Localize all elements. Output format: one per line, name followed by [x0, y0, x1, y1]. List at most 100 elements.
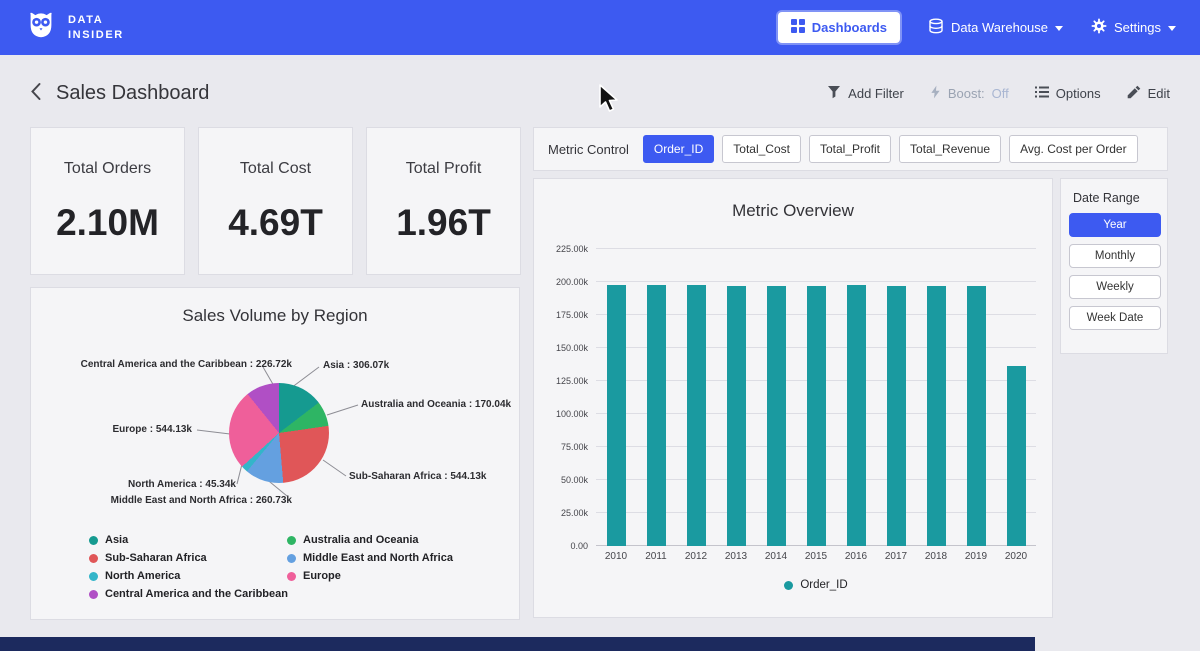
- bar-chart-title: Metric Overview: [534, 201, 1052, 221]
- navbar-menu: Dashboards Data Warehouse: [778, 12, 1176, 43]
- metric-button-total-revenue[interactable]: Total_Revenue: [899, 135, 1001, 163]
- date-range-button-monthly[interactable]: Monthly: [1069, 244, 1161, 268]
- bar-2014[interactable]: [767, 286, 786, 546]
- dashboard-header: Sales Dashboard Add Filter Boost: Off: [0, 55, 1200, 121]
- legend-dot: [287, 536, 296, 545]
- legend-dot: [287, 554, 296, 563]
- bar-slot: [836, 249, 876, 546]
- chevron-down-icon: [1168, 26, 1176, 31]
- pie-legend-column: Australia and Oceania Middle East and Nor…: [287, 534, 453, 606]
- bar-2013[interactable]: [727, 286, 746, 546]
- metric-control-label: Metric Control: [548, 142, 629, 157]
- date-range-button-group: Year Monthly Weekly Week Date: [1069, 213, 1159, 330]
- bolt-icon: [930, 85, 941, 102]
- bar-slot: [716, 249, 756, 546]
- brand-name: DATA INSIDER: [68, 13, 124, 43]
- pie-legend-item-australia-and-oceania[interactable]: Australia and Oceania: [287, 534, 453, 546]
- bar-2011[interactable]: [647, 285, 666, 546]
- sales-dashboard-page: DATA INSIDER Dashboards: [0, 0, 1200, 651]
- pencil-icon: [1127, 85, 1141, 102]
- y-axis-tick: 175.00k: [534, 310, 588, 320]
- filter-icon: [827, 85, 841, 102]
- grid-icon: [791, 19, 805, 36]
- bar-chart-legend[interactable]: Order_ID: [596, 579, 1036, 591]
- bar-slot: [916, 249, 956, 546]
- bar-2015[interactable]: [807, 286, 826, 546]
- legend-dot: [89, 590, 98, 599]
- bar-2017[interactable]: [887, 286, 906, 546]
- legend-label: Asia: [105, 534, 128, 546]
- kpi-value: 4.69T: [199, 202, 352, 244]
- metric-button-order-id[interactable]: Order_ID: [643, 135, 714, 163]
- x-axis-label: 2010: [596, 551, 636, 562]
- header-toolbar: Add Filter Boost: Off: [827, 85, 1170, 102]
- x-axis-label: 2013: [716, 551, 756, 562]
- bar-2010[interactable]: [607, 285, 626, 546]
- x-axis-label: 2014: [756, 551, 796, 562]
- legend-label: Middle East and North Africa: [303, 552, 453, 564]
- y-axis-tick: 75.00k: [534, 442, 588, 452]
- add-filter-button[interactable]: Add Filter: [827, 85, 904, 102]
- bar-slot: [676, 249, 716, 546]
- options-button[interactable]: Options: [1035, 86, 1101, 101]
- bar-slot: [996, 249, 1036, 546]
- pie-slice-label-europe: Europe : 544.13k: [113, 424, 192, 435]
- bar-slot: [596, 249, 636, 546]
- bar-2016[interactable]: [847, 285, 866, 546]
- edit-button[interactable]: Edit: [1127, 85, 1170, 102]
- pie-chart-title: Sales Volume by Region: [31, 306, 519, 326]
- pie-legend-item-europe[interactable]: Europe: [287, 570, 453, 582]
- pie-slice-label-asia: Asia : 306.07k: [323, 360, 389, 371]
- x-axis-label: 2017: [876, 551, 916, 562]
- metric-button-total-cost[interactable]: Total_Cost: [722, 135, 801, 163]
- bar-slot: [956, 249, 996, 546]
- pie-slice-label-central-america-and-the-caribbean: Central America and the Caribbean : 226.…: [81, 359, 292, 370]
- pie-legend-item-sub-saharan-africa[interactable]: Sub-Saharan Africa: [89, 552, 287, 564]
- legend-dot: [89, 536, 98, 545]
- bar-2020[interactable]: [1007, 366, 1026, 546]
- back-button[interactable]: [30, 82, 42, 104]
- kpi-value: 1.96T: [367, 202, 520, 244]
- legend-label: Central America and the Caribbean: [105, 588, 288, 600]
- x-labels: 2010201120122013201420152016201720182019…: [596, 551, 1036, 562]
- list-icon: [1035, 86, 1049, 101]
- pie-legend-item-asia[interactable]: Asia: [89, 534, 287, 546]
- pie-legend: Asia Sub-Saharan Africa North America Centr…: [89, 534, 453, 606]
- legend-dot: [89, 554, 98, 563]
- date-range-button-weekly[interactable]: Weekly: [1069, 275, 1161, 299]
- date-range-button-week-date[interactable]: Week Date: [1069, 306, 1161, 330]
- pie-slice-label-sub-saharan-africa: Sub-Saharan Africa : 544.13k: [349, 471, 486, 482]
- data-warehouse-menu[interactable]: Data Warehouse: [928, 18, 1063, 37]
- x-axis-label: 2016: [836, 551, 876, 562]
- database-icon: [928, 18, 944, 37]
- bar-slot: [876, 249, 916, 546]
- kpi-value: 2.10M: [31, 202, 184, 244]
- y-axis-tick: 25.00k: [534, 508, 588, 518]
- dashboards-button[interactable]: Dashboards: [778, 12, 900, 43]
- pie-chart-card: Sales Volume by Region Asia : 306.07k Aus…: [30, 287, 520, 620]
- brand[interactable]: DATA INSIDER: [24, 8, 124, 47]
- owl-logo-icon: [24, 8, 58, 47]
- pie-legend-item-middle-east-and-north-africa[interactable]: Middle East and North Africa: [287, 552, 453, 564]
- date-range-button-year[interactable]: Year: [1069, 213, 1161, 237]
- y-axis-tick: 125.00k: [534, 376, 588, 386]
- metric-button-total-profit[interactable]: Total_Profit: [809, 135, 891, 163]
- bar-2012[interactable]: [687, 285, 706, 546]
- legend-label: Sub-Saharan Africa: [105, 552, 207, 564]
- metric-button-avg-cost-per-order[interactable]: Avg. Cost per Order: [1009, 135, 1138, 163]
- x-axis-label: 2020: [996, 551, 1036, 562]
- y-axis-tick: 200.00k: [534, 277, 588, 287]
- bar-2018[interactable]: [927, 286, 946, 546]
- pie[interactable]: [229, 383, 329, 483]
- bar-2019[interactable]: [967, 286, 986, 546]
- y-axis-tick: 0.00: [534, 541, 588, 551]
- settings-menu[interactable]: Settings: [1091, 18, 1176, 37]
- legend-label: Australia and Oceania: [303, 534, 419, 546]
- boost-indicator[interactable]: Boost: Off: [930, 85, 1009, 102]
- pie-legend-item-north-america[interactable]: North America: [89, 570, 287, 582]
- legend-dot: [89, 572, 98, 581]
- pie-legend-column: Asia Sub-Saharan Africa North America Centr…: [89, 534, 287, 606]
- pie-legend-item-central-america-and-the-caribbean[interactable]: Central America and the Caribbean: [89, 588, 287, 600]
- legend-dot: [287, 572, 296, 581]
- top-navbar: DATA INSIDER Dashboards: [0, 0, 1200, 55]
